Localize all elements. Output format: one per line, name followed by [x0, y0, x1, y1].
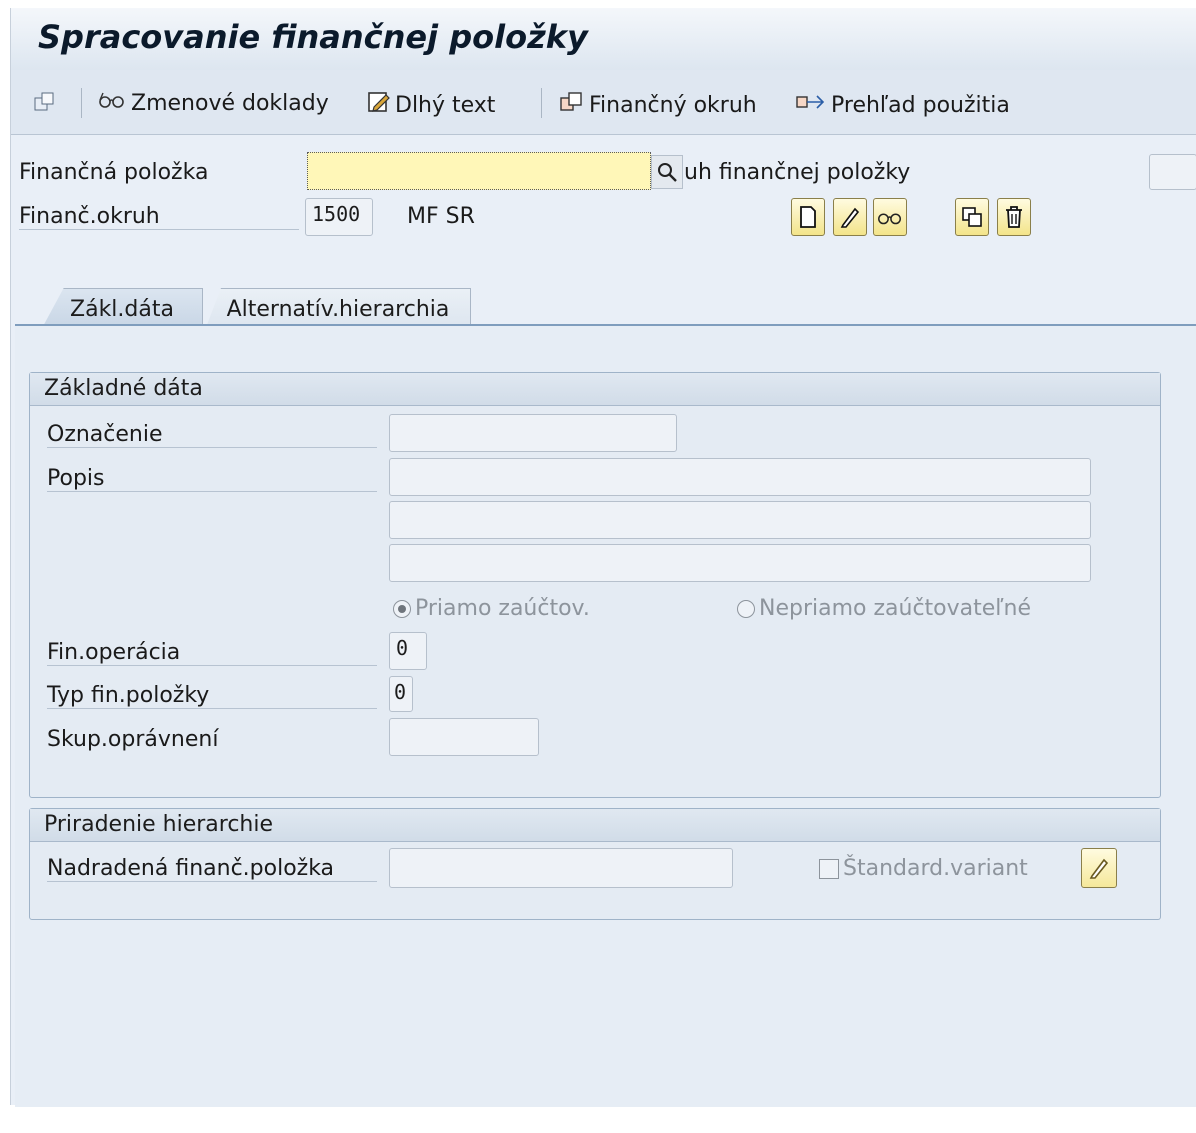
financial-item-type-field[interactable] [1149, 154, 1196, 190]
financial-area-label: Finančný okruh [589, 92, 757, 118]
pencil-icon [840, 207, 860, 228]
checkbox-unchecked-icon [819, 858, 839, 879]
edit-text-icon [367, 90, 391, 120]
standard-variant-checkbox[interactable]: Štandard.variant [819, 856, 1028, 881]
application-toolbar: Zmenové doklady Dlhý text Finančný okruh… [11, 70, 1196, 135]
financial-item-input[interactable] [307, 152, 651, 190]
designation-label: Označenie [47, 422, 377, 448]
usage-overview-button[interactable]: Prehľad použitia [795, 90, 1010, 120]
standard-variant-label: Štandard.variant [843, 856, 1028, 881]
description-label: Popis [47, 466, 377, 492]
usage-overview-label: Prehľad použitia [831, 92, 1010, 118]
switch-object-icon [559, 90, 585, 120]
where-used-icon [795, 90, 827, 120]
edit-hierarchy-button[interactable] [1081, 848, 1117, 888]
description-line-3[interactable] [389, 544, 1091, 582]
pencil-icon [1089, 858, 1109, 879]
basic-data-group-title: Základné dáta [30, 373, 1160, 406]
radio-direct-posting[interactable]: Priamo zaúčtov. [393, 596, 590, 621]
copy-button[interactable] [955, 198, 989, 236]
tab-alternative-hierarchy-label: Alternatív.hierarchia [226, 297, 450, 322]
financial-item-label: Finančná položka [19, 160, 209, 185]
hierarchy-group-title: Priradenie hierarchie [30, 809, 1160, 842]
financial-item-type-label: uh finančnej položky [684, 160, 911, 185]
glasses-icon [878, 213, 902, 225]
radio-indirect-posting[interactable]: Nepriamo zaúčtovateľné [737, 596, 1031, 621]
financial-area-button[interactable]: Finančný okruh [559, 90, 757, 120]
title-bar: Spracovanie finančnej položky [11, 8, 1196, 70]
toolbar-separator [81, 88, 82, 118]
magnifier-icon [658, 163, 677, 182]
item-type-input[interactable]: 0 [389, 676, 413, 712]
financial-area-text: MF SR [407, 204, 475, 229]
new-document-icon [800, 206, 816, 228]
create-button[interactable] [791, 198, 825, 236]
designation-input[interactable] [389, 414, 677, 452]
auth-group-input[interactable] [389, 718, 539, 756]
copy-icon [962, 207, 982, 227]
change-documents-button[interactable]: Zmenové doklady [97, 90, 329, 116]
search-help-button[interactable] [651, 155, 683, 189]
auth-group-label: Skup.oprávnení [47, 727, 219, 752]
long-text-label: Dlhý text [395, 92, 496, 118]
parent-item-input[interactable] [389, 848, 733, 888]
delete-button[interactable] [997, 198, 1031, 236]
sap-window: Spracovanie finančnej položky Zmenové do… [10, 8, 1196, 1107]
long-text-button[interactable]: Dlhý text [367, 90, 495, 120]
item-type-label: Typ fin.položky [47, 683, 377, 709]
fin-operation-label: Fin.operácia [47, 640, 377, 666]
change-button[interactable] [833, 198, 867, 236]
radio-unselected-icon [737, 599, 755, 618]
description-line-2[interactable] [389, 501, 1091, 539]
other-object-button[interactable] [33, 90, 61, 120]
parent-item-label: Nadradená finanč.položka [47, 856, 377, 882]
trash-icon [1006, 206, 1022, 228]
financial-area-input[interactable]: 1500 [305, 198, 373, 236]
fin-operation-input[interactable]: 0 [389, 632, 427, 670]
radio-direct-label: Priamo zaúčtov. [415, 596, 590, 621]
radio-selected-icon [393, 599, 411, 618]
display-button[interactable] [873, 198, 907, 236]
change-documents-label: Zmenové doklady [131, 90, 329, 116]
glasses-icon [97, 90, 127, 116]
tab-basic-data-label: Zákl.dáta [70, 297, 174, 322]
copy-object-icon [33, 90, 57, 120]
toolbar-separator [541, 88, 542, 118]
radio-indirect-label: Nepriamo zaúčtovateľné [759, 596, 1032, 621]
description-line-1[interactable] [389, 458, 1091, 496]
financial-area-field-label: Finanč.okruh [19, 204, 299, 230]
page-title: Spracovanie finančnej položky [38, 18, 588, 56]
